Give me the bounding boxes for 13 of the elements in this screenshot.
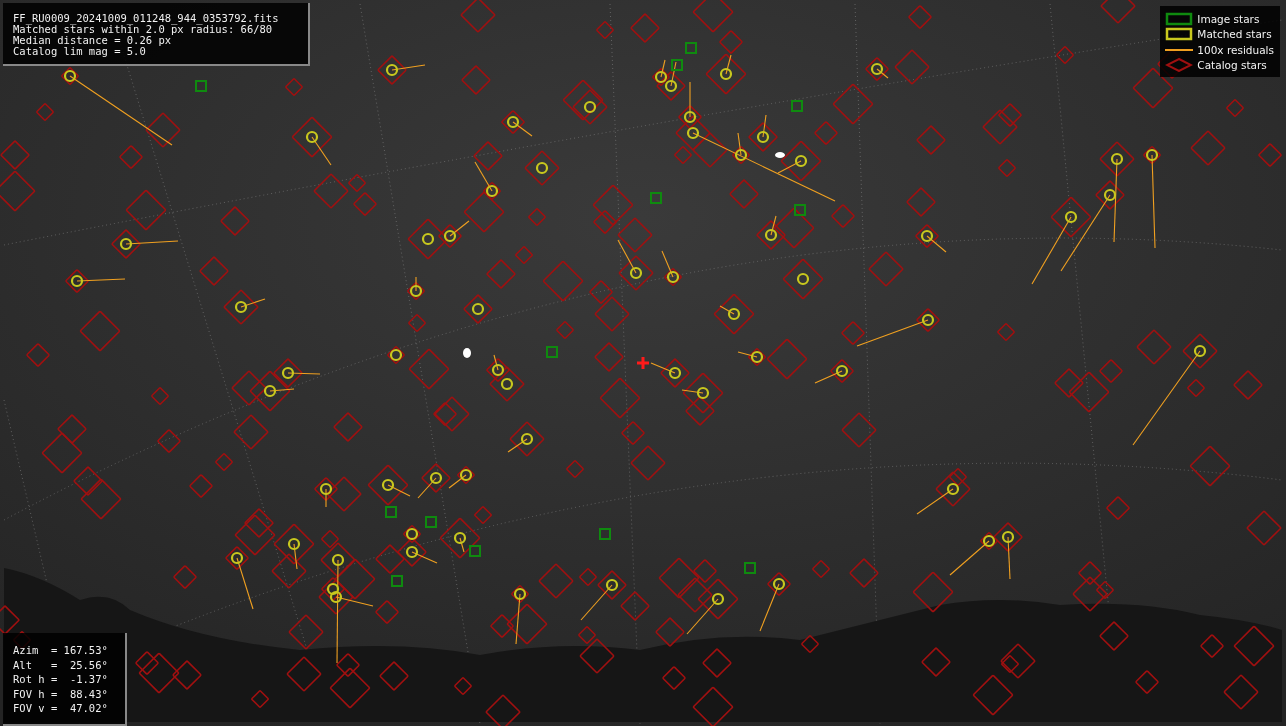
legend-label: Image stars — [1197, 12, 1260, 25]
info-text: Median distance = 0.26 px — [13, 35, 172, 46]
legend-label: Catalog stars — [1197, 59, 1267, 72]
pointing-text: Rot h = -1.37° — [13, 672, 109, 687]
legend-label: 100x residuals — [1197, 43, 1274, 56]
info-text: Matched stars within 2.0 px radius: 66/80 — [13, 24, 273, 35]
info-text: Catalog lim mag = 5.0 — [13, 46, 147, 57]
pointing-text: FOV v = 47.02° — [13, 701, 109, 716]
pointing-text: FOV h = 88.43° — [13, 686, 109, 701]
legend-label: Matched stars — [1197, 28, 1272, 41]
pointing-text: Alt = 25.56° — [13, 657, 109, 672]
pointing-text: Azim = 167.53° — [13, 643, 109, 658]
info-text: FF_RU0009_20241009_011248_944_0353792.fits — [13, 13, 280, 24]
